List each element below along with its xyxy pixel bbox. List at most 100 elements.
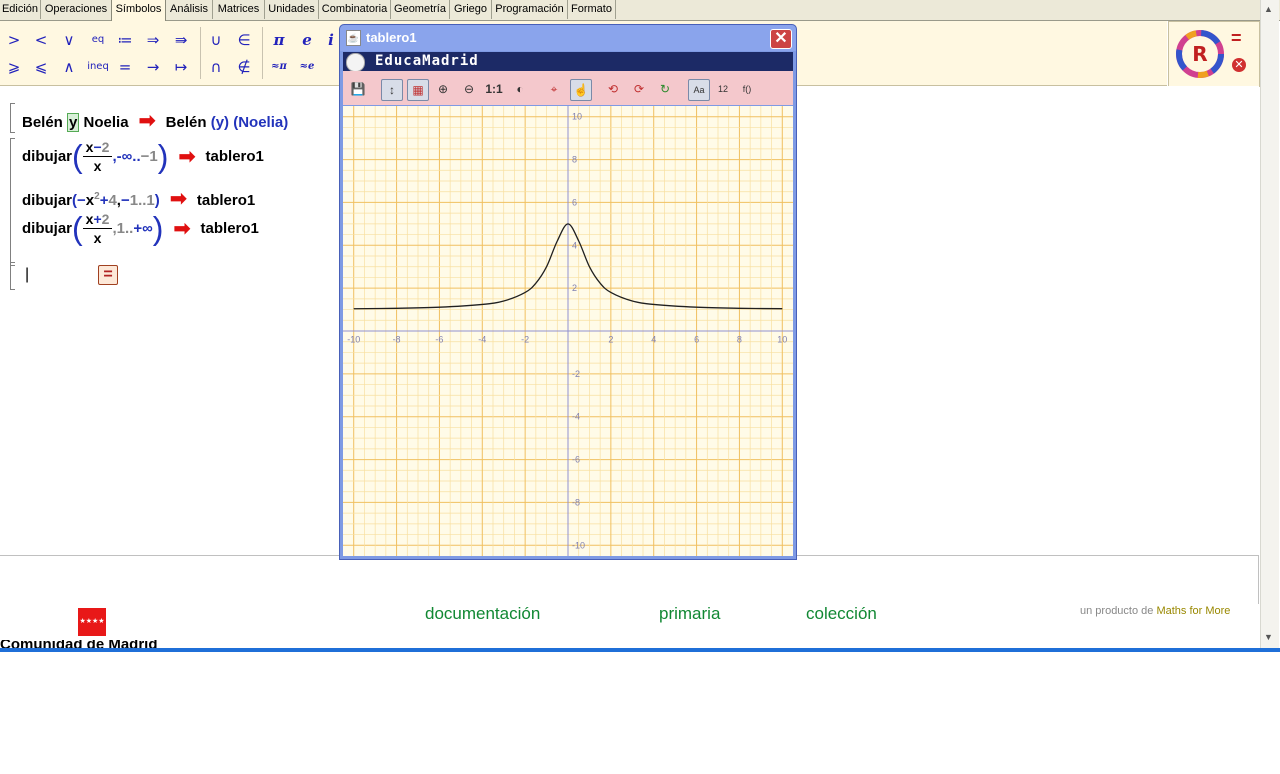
save-icon[interactable]: 💾 <box>348 79 368 99</box>
x-tick-label: -10 <box>347 334 360 344</box>
greater-equal-symbol[interactable]: ⩾ <box>3 56 25 78</box>
region-name: Comunidad de Madrid <box>0 640 158 648</box>
result-arrow-icon: ➡ <box>178 146 196 168</box>
maps-to-symbol[interactable]: ↦ <box>170 56 192 78</box>
zoom-out-icon[interactable]: ⊖ <box>459 79 479 99</box>
center-icon[interactable]: ⌖ <box>544 79 564 99</box>
expression-line-1[interactable]: Belén y Noelia ➡ Belén (y) (Noelia) <box>22 108 288 133</box>
expression-line-2[interactable]: dibujar(x−2 x ,-∞..−1) ➡ tablero1 <box>22 138 264 182</box>
tab-analisis[interactable]: Análisis <box>166 0 213 19</box>
tab-bar: Edición Operaciones Símbolos Análisis Ma… <box>0 0 1280 21</box>
result-belen: Belén <box>165 114 207 131</box>
intersection-symbol[interactable]: ∩ <box>205 56 227 78</box>
numbers-icon[interactable]: 12 <box>713 79 733 99</box>
i-symbol[interactable]: i <box>324 29 338 51</box>
rotate-right-icon[interactable]: ⟳ <box>629 79 649 99</box>
tab-combinatoria[interactable]: Combinatoria <box>319 0 391 19</box>
x-tick-label: 8 <box>737 334 742 344</box>
close-icon[interactable]: ✕ <box>770 29 792 49</box>
graph-window-titlebar[interactable]: ☕ tablero1 ✕ <box>340 25 796 51</box>
range-end: −1 <box>140 148 158 165</box>
text-cursor[interactable]: | <box>25 266 29 284</box>
approx-e-symbol[interactable]: ≈e <box>296 56 318 78</box>
y-tick-label: -2 <box>572 369 580 379</box>
credit-text: un producto de Maths for More <box>1080 605 1231 617</box>
not-element-of-symbol[interactable]: ∉ <box>233 56 255 78</box>
approx-pi-symbol[interactable]: ≈π <box>268 56 290 78</box>
command-input[interactable] <box>0 555 1259 605</box>
text-noelia: Noelia <box>83 114 129 131</box>
footer: ★★★★ Comunidad de Madrid documentación p… <box>0 604 1259 648</box>
or-symbol[interactable]: ∨ <box>58 29 80 51</box>
tab-edicion[interactable]: Edición <box>0 0 41 19</box>
grid-icon[interactable]: ▦ <box>407 79 429 101</box>
result-arrow-icon: ➡ <box>169 188 187 210</box>
graph-window: ☕ tablero1 ✕ EducaMadrid 💾 ↕ ▦ ⊕ ⊖ 1:1 ◐… <box>339 24 797 560</box>
tab-unidades[interactable]: Unidades <box>265 0 319 19</box>
graph-window-title: tablero1 <box>366 30 417 45</box>
union-symbol[interactable]: ∪ <box>205 29 227 51</box>
triple-implies-symbol[interactable]: ⇛ <box>170 29 192 51</box>
credit-brand-link[interactable]: Maths for More <box>1156 605 1230 617</box>
refresh-icon[interactable]: ↻ <box>655 79 675 99</box>
y-tick-label: -6 <box>572 455 580 465</box>
less-symbol[interactable]: < <box>30 29 52 51</box>
eq-symbol[interactable]: eq <box>87 29 109 51</box>
contrast-icon[interactable]: ◐ <box>510 79 530 99</box>
function-name: dibujar <box>22 148 73 165</box>
labels-icon[interactable]: Aa <box>688 79 710 101</box>
hand-tool-icon[interactable]: ☝ <box>570 79 592 101</box>
less-equal-symbol[interactable]: ⩽ <box>30 56 52 78</box>
define-symbol[interactable]: ≔ <box>114 29 136 51</box>
x-tick-label: 6 <box>694 334 699 344</box>
greater-symbol[interactable]: > <box>3 29 25 51</box>
link-documentacion[interactable]: documentación <box>425 604 540 624</box>
calculate-button[interactable]: = <box>98 265 118 285</box>
implies-symbol[interactable]: ⇒ <box>142 29 164 51</box>
x-tick-label: -8 <box>393 334 401 344</box>
tab-geometria[interactable]: Geometría <box>391 0 450 19</box>
tab-matrices[interactable]: Matrices <box>213 0 265 19</box>
block-bracket <box>10 103 15 133</box>
cancel-icon[interactable]: ✕ <box>1232 58 1246 72</box>
y-tick-label: 6 <box>572 197 577 207</box>
element-of-symbol[interactable]: ∈ <box>233 29 255 51</box>
tab-operaciones[interactable]: Operaciones <box>41 0 112 19</box>
rotate-left-icon[interactable]: ⟲ <box>603 79 623 99</box>
expression-line-4[interactable]: dibujar(x+2 x ,1..+∞) ➡ tablero1 <box>22 210 259 254</box>
scroll-down-icon[interactable]: ▼ <box>1264 632 1273 642</box>
range-start: ,-∞.. <box>112 148 141 165</box>
function-icon[interactable]: f() <box>737 79 757 99</box>
tab-formato[interactable]: Formato <box>568 0 616 19</box>
block-bracket <box>10 138 15 266</box>
axes-icon[interactable]: ↕ <box>381 79 403 101</box>
scroll-up-icon[interactable]: ▲ <box>1264 4 1273 14</box>
range-start: ,1.. <box>112 220 134 237</box>
expression-line-3[interactable]: dibujar(−x2+4,−1..1) ➡ tablero1 <box>22 186 255 211</box>
y-tick-label: 4 <box>572 240 577 250</box>
tab-griego[interactable]: Griego <box>450 0 492 19</box>
and-symbol[interactable]: ∧ <box>58 56 80 78</box>
tab-simbolos[interactable]: Símbolos <box>111 0 166 21</box>
zoom-1-1-button[interactable]: 1:1 <box>484 79 504 99</box>
result-y: (y) <box>210 114 230 131</box>
equals-symbol[interactable]: = <box>114 56 136 78</box>
evaluate-button[interactable]: = <box>1231 28 1242 49</box>
function-name: dibujar <box>22 220 73 237</box>
tab-programacion[interactable]: Programación <box>492 0 568 19</box>
e-symbol[interactable]: e <box>296 29 318 51</box>
brand-bar: EducaMadrid <box>343 52 793 72</box>
link-primaria[interactable]: primaria <box>659 604 720 624</box>
fraction: x−2 x <box>82 138 113 175</box>
right-arrow-symbol[interactable]: → <box>142 56 164 78</box>
plot-svg: -10 -8 -6 -4 -2 2 4 6 8 10 10 8 6 4 2 -2 -4 -6 -8 -10 <box>343 106 793 556</box>
zoom-in-icon[interactable]: ⊕ <box>433 79 453 99</box>
ineq-symbol[interactable]: ineq <box>87 56 109 78</box>
link-coleccion[interactable]: colección <box>806 604 877 624</box>
pi-symbol[interactable]: π <box>268 29 290 51</box>
result-arrow-icon: ➡ <box>173 218 191 240</box>
y-tick-label: 8 <box>572 155 577 165</box>
graph-canvas[interactable]: -10 -8 -6 -4 -2 2 4 6 8 10 10 8 6 4 2 -2 -4 -6 -8 -10 <box>343 106 793 556</box>
vertical-scrollbar[interactable]: ▲ ▼ <box>1260 0 1279 648</box>
logo-panel: R = ✕ <box>1168 21 1260 87</box>
